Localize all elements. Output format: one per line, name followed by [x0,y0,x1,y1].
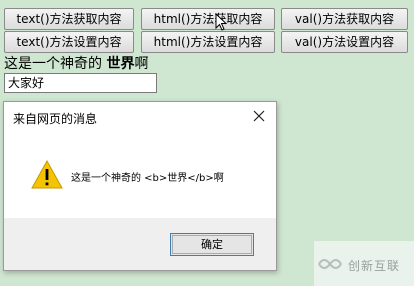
ok-button[interactable]: 确定 [170,233,254,256]
dialog-body: 这是一个神奇的 <b>世界</b>啊 [4,134,276,218]
content-paragraph: 这是一个神奇的 世界啊 [4,53,148,73]
html-set-button[interactable]: html()方法设置内容 [141,31,275,53]
html-get-button[interactable]: html()方法获取内容 [141,8,275,30]
text-input[interactable]: 大家好 [4,73,157,93]
watermark: 创新互联 [314,241,414,286]
val-get-button[interactable]: val()方法获取内容 [281,8,408,30]
alert-dialog: 来自网页的消息 这是一个神奇的 <b>世界</b>啊 确定 [3,101,277,271]
text-get-button[interactable]: text()方法获取内容 [4,8,134,30]
text-set-button[interactable]: text()方法设置内容 [4,31,134,53]
paragraph-prefix: 这是一个神奇的 [4,56,107,72]
dialog-title: 来自网页的消息 [13,112,98,126]
brand-logo-icon [318,259,342,269]
dialog-footer: 确定 [4,218,276,270]
dialog-message: 这是一个神奇的 <b>世界</b>啊 [71,173,224,184]
watermark-text: 创新互联 [348,259,401,273]
paragraph-suffix: 啊 [134,56,149,72]
paragraph-bold: 世界 [106,56,135,72]
mouse-cursor-icon [215,13,227,31]
close-icon[interactable] [252,109,266,123]
val-set-button[interactable]: val()方法设置内容 [281,31,408,53]
warning-icon [31,160,63,189]
